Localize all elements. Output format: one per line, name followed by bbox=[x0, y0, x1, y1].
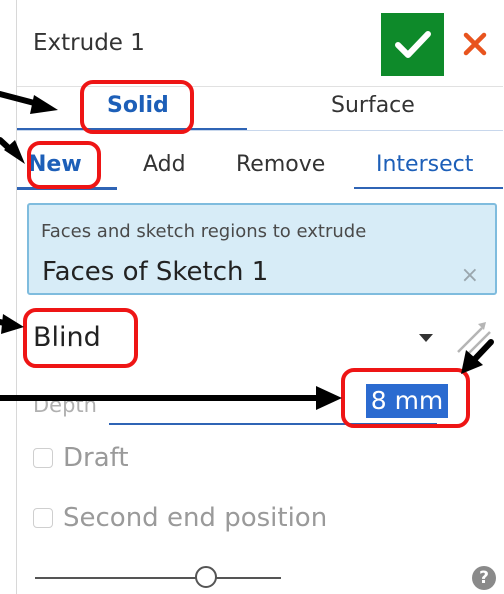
check-icon bbox=[394, 30, 431, 58]
highlight-blind bbox=[23, 308, 138, 368]
depth-label: Depth bbox=[33, 393, 97, 417]
second-end-option[interactable]: Second end position bbox=[33, 503, 327, 533]
draft-option[interactable]: Draft bbox=[33, 443, 129, 473]
second-end-label: Second end position bbox=[63, 503, 328, 533]
caret-down-icon[interactable] bbox=[419, 334, 433, 342]
faces-field-label: Faces and sketch regions to extrude bbox=[41, 221, 367, 242]
tab-surface[interactable]: Surface bbox=[331, 93, 415, 118]
close-icon bbox=[463, 32, 487, 56]
slider-thumb[interactable] bbox=[195, 566, 217, 588]
faces-selection-field[interactable]: Faces and sketch regions to extrude Face… bbox=[27, 203, 497, 295]
highlight-depth bbox=[341, 368, 470, 428]
clear-selection-icon[interactable]: × bbox=[461, 263, 479, 288]
highlight-solid bbox=[80, 80, 194, 134]
tab-remove[interactable]: Remove bbox=[236, 152, 325, 177]
second-end-checkbox[interactable] bbox=[33, 508, 53, 528]
slider-track[interactable] bbox=[35, 577, 281, 579]
tab-intersect[interactable]: Intersect bbox=[376, 152, 473, 177]
panel-header: Extrude 1 bbox=[17, 0, 503, 86]
highlight-new bbox=[27, 141, 101, 189]
flip-direction-icon[interactable] bbox=[452, 316, 494, 362]
draft-label: Draft bbox=[63, 443, 129, 473]
cancel-button[interactable] bbox=[453, 22, 497, 66]
accept-button[interactable] bbox=[381, 13, 444, 76]
faces-field-value: Faces of Sketch 1 bbox=[42, 257, 269, 287]
panel-title: Extrude 1 bbox=[33, 30, 145, 56]
help-icon[interactable]: ? bbox=[472, 566, 496, 590]
tab-add[interactable]: Add bbox=[143, 152, 186, 177]
tab-intersect-underline bbox=[354, 187, 503, 189]
draft-checkbox[interactable] bbox=[33, 448, 53, 468]
